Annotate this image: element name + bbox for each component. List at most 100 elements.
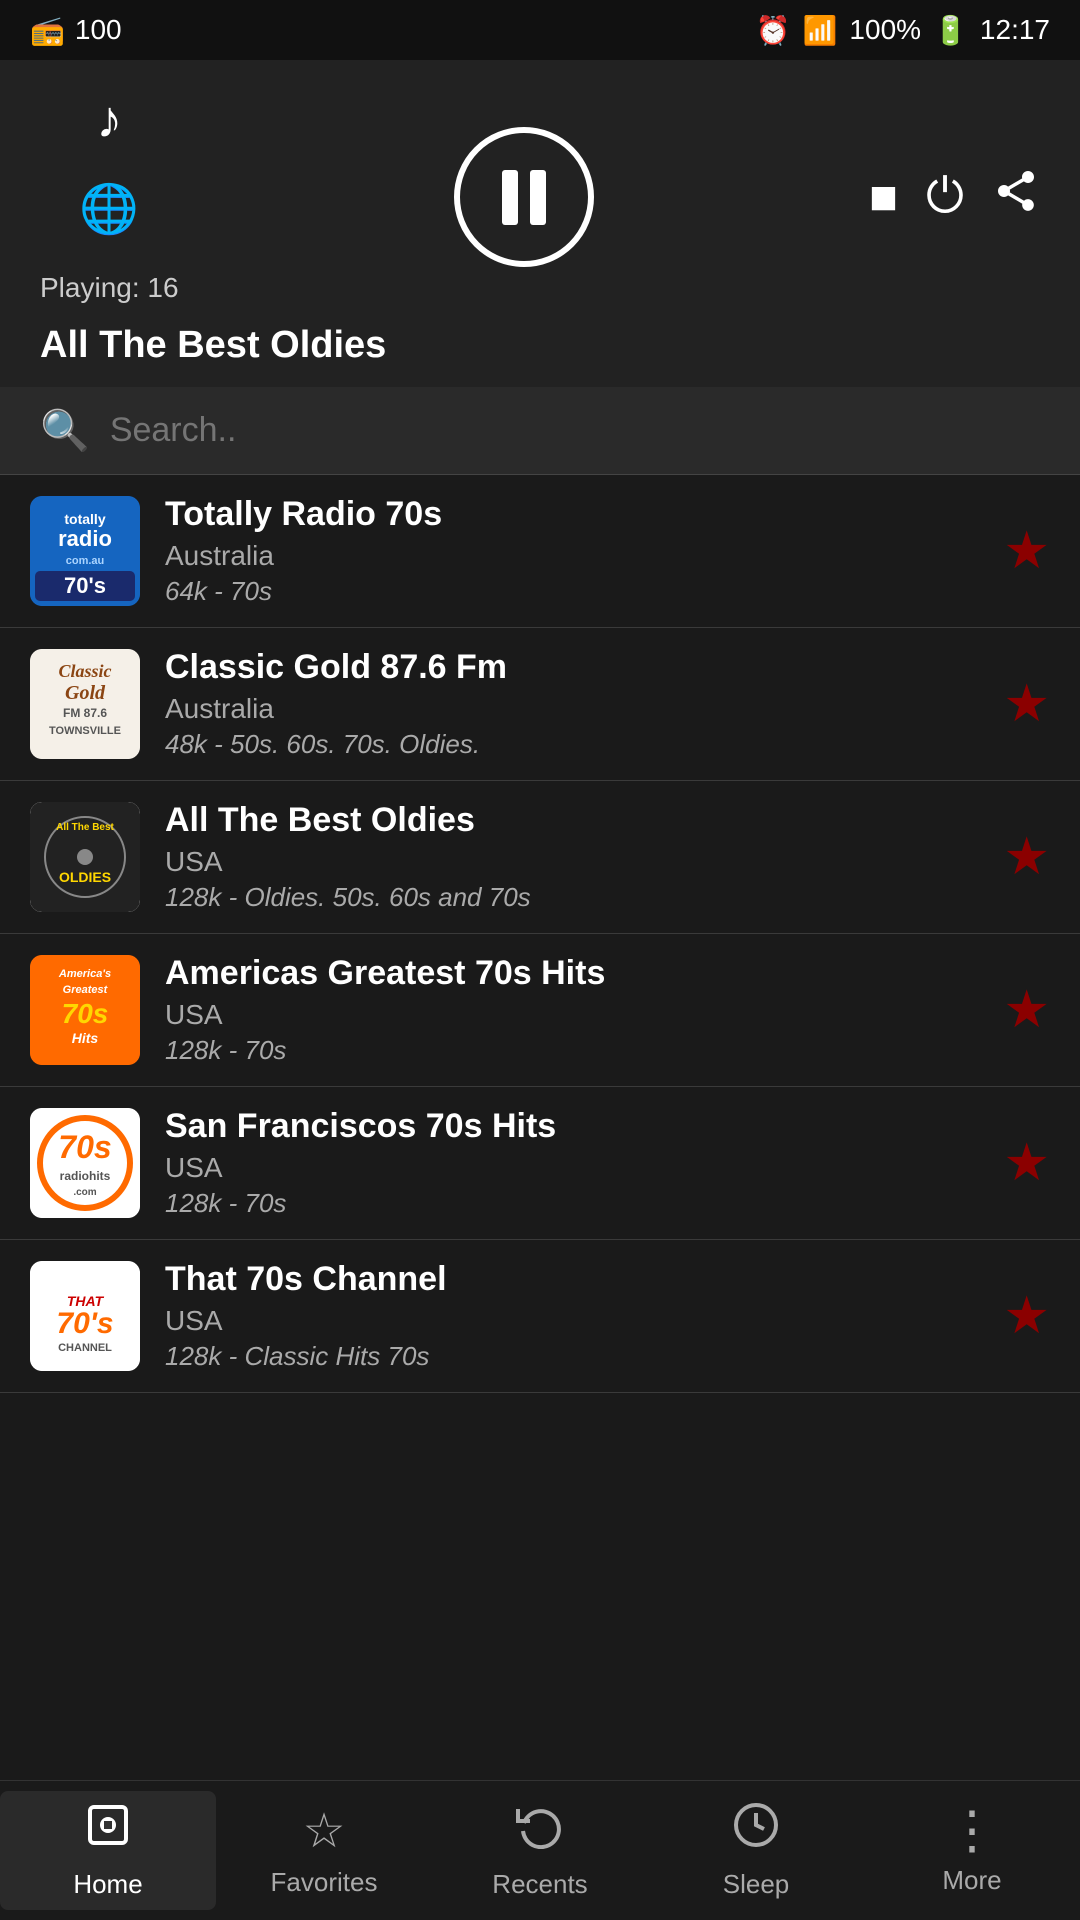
svg-text:70s: 70s [58, 1129, 111, 1165]
nav-label-home: Home [73, 1869, 142, 1900]
station-logo-totally-radio: totally radio com.au 70's [30, 496, 140, 606]
station-name: Totally Radio 70s [165, 495, 983, 534]
station-bitrate: 128k - Classic Hits 70s [165, 1341, 983, 1372]
globe-icon[interactable]: 🌐 [79, 180, 139, 237]
station-logo-sf-70s: 70s radiohits .com [30, 1108, 140, 1218]
svg-text:Hits: Hits [72, 1030, 99, 1046]
alarm-icon: ⏰ [756, 14, 791, 47]
svg-text:Gold: Gold [65, 682, 106, 704]
svg-text:All The Best: All The Best [56, 822, 114, 833]
svg-text:radio: radio [58, 526, 112, 551]
station-bitrate: 64k - 70s [165, 576, 983, 607]
search-icon: 🔍 [40, 407, 90, 454]
stop-button[interactable]: ■ [869, 170, 898, 225]
search-bar: 🔍 [0, 387, 1080, 475]
station-country: USA [165, 1152, 983, 1184]
svg-text:TOWNSVILLE: TOWNSVILLE [49, 725, 121, 737]
player-left-icons: ♪ 🌐 Playing: 16 [40, 90, 179, 304]
station-country: Australia [165, 540, 983, 572]
pause-icon [502, 170, 546, 225]
station-bitrate: 128k - 70s [165, 1188, 983, 1219]
station-item[interactable]: Classic Gold FM 87.6 TOWNSVILLE Classic … [0, 628, 1080, 781]
status-signal-text: 100 [75, 14, 122, 46]
player-controls-row: ♪ 🌐 Playing: 16 ■ ⏻ [40, 90, 1040, 304]
svg-text:radiohits: radiohits [60, 1169, 111, 1183]
battery-text: 100% [849, 14, 921, 46]
sleep-icon [732, 1801, 780, 1861]
svg-text:com.au: com.au [66, 555, 105, 567]
home-icon [84, 1801, 132, 1861]
station-list: totally radio com.au 70's Totally Radio … [0, 475, 1080, 1835]
station-bitrate: 128k - 70s [165, 1035, 983, 1066]
station-bitrate: 48k - 50s. 60s. 70s. Oldies. [165, 729, 983, 760]
status-left: 📻 100 [30, 14, 122, 47]
pause-button[interactable] [454, 127, 594, 267]
bottom-nav: Home ☆ Favorites Recents Sleep ⋮ More [0, 1780, 1080, 1920]
status-bar: 📻 100 ⏰ 📶 100% 🔋 12:17 [0, 0, 1080, 60]
app-icon: 📻 [30, 14, 65, 47]
nav-item-more[interactable]: ⋮ More [864, 1805, 1080, 1896]
time-display: 12:17 [980, 14, 1050, 46]
station-name: All The Best Oldies [165, 801, 983, 840]
music-icon[interactable]: ♪ [96, 90, 122, 150]
nav-item-home[interactable]: Home [0, 1791, 216, 1910]
nav-label-favorites: Favorites [271, 1867, 378, 1898]
station-bitrate: 128k - Oldies. 50s. 60s and 70s [165, 882, 983, 913]
sf-70s-logo-svg: 70s radiohits .com [30, 1108, 140, 1218]
station-item[interactable]: 70s radiohits .com San Franciscos 70s Hi… [0, 1087, 1080, 1240]
svg-text:America's: America's [58, 968, 111, 980]
search-input[interactable] [110, 411, 1040, 450]
nav-item-recents[interactable]: Recents [432, 1801, 648, 1900]
station-country: USA [165, 1305, 983, 1337]
favorite-star[interactable]: ★ [1003, 980, 1050, 1040]
station-info: That 70s Channel USA 128k - Classic Hits… [165, 1260, 983, 1372]
favorite-star[interactable]: ★ [1003, 674, 1050, 734]
share-button[interactable] [992, 167, 1040, 227]
station-country: Australia [165, 693, 983, 725]
svg-text:Greatest: Greatest [63, 984, 109, 996]
station-item[interactable]: totally radio com.au 70's Totally Radio … [0, 475, 1080, 628]
station-info: Totally Radio 70s Australia 64k - 70s [165, 495, 983, 607]
more-icon: ⋮ [946, 1805, 998, 1857]
status-right: ⏰ 📶 100% 🔋 12:17 [756, 14, 1050, 47]
station-logo-americas-greatest: America's Greatest 70s Hits [30, 955, 140, 1065]
svg-text:70's: 70's [64, 573, 106, 598]
all-best-oldies-logo-svg: All The Best OLDIES [30, 802, 140, 912]
nav-item-sleep[interactable]: Sleep [648, 1801, 864, 1900]
station-info: Americas Greatest 70s Hits USA 128k - 70… [165, 954, 983, 1066]
power-button[interactable]: ⏻ [926, 169, 964, 225]
station-info: San Franciscos 70s Hits USA 128k - 70s [165, 1107, 983, 1219]
recents-icon [516, 1801, 564, 1861]
station-logo-all-best-oldies: All The Best OLDIES [30, 802, 140, 912]
favorite-star[interactable]: ★ [1003, 1133, 1050, 1193]
classic-gold-logo-svg: Classic Gold FM 87.6 TOWNSVILLE [30, 649, 140, 759]
station-name: Classic Gold 87.6 Fm [165, 648, 983, 687]
svg-text:CHANNEL: CHANNEL [58, 1342, 112, 1354]
svg-text:totally: totally [64, 511, 105, 527]
station-country: USA [165, 846, 983, 878]
nav-label-sleep: Sleep [723, 1869, 790, 1900]
favorite-star[interactable]: ★ [1003, 827, 1050, 887]
station-item[interactable]: America's Greatest 70s Hits Americas Gre… [0, 934, 1080, 1087]
station-item[interactable]: All The Best OLDIES All The Best Oldies … [0, 781, 1080, 934]
nav-item-favorites[interactable]: ☆ Favorites [216, 1803, 432, 1898]
svg-text:70s: 70s [62, 998, 109, 1029]
pause-bar-right [530, 170, 546, 225]
station-info: All The Best Oldies USA 128k - Oldies. 5… [165, 801, 983, 913]
station-name: Americas Greatest 70s Hits [165, 954, 983, 993]
that-70s-logo-svg: THAT 70's CHANNEL [30, 1261, 140, 1371]
station-logo-classic-gold: Classic Gold FM 87.6 TOWNSVILLE [30, 649, 140, 759]
player-right-icons: ■ ⏻ [869, 167, 1040, 227]
station-item[interactable]: THAT 70's CHANNEL That 70s Channel USA 1… [0, 1240, 1080, 1393]
nav-label-recents: Recents [492, 1869, 587, 1900]
station-country: USA [165, 999, 983, 1031]
pause-bar-left [502, 170, 518, 225]
svg-text:.com: .com [73, 1187, 96, 1198]
player-header: ♪ 🌐 Playing: 16 ■ ⏻ All The Best Oldies [0, 60, 1080, 387]
nav-label-more: More [942, 1865, 1001, 1896]
favorites-icon: ☆ [302, 1803, 345, 1859]
favorite-star-empty[interactable]: ★ [1003, 1286, 1050, 1346]
station-name: San Franciscos 70s Hits [165, 1107, 983, 1146]
svg-text:FM 87.6: FM 87.6 [63, 706, 107, 720]
favorite-star[interactable]: ★ [1003, 521, 1050, 581]
